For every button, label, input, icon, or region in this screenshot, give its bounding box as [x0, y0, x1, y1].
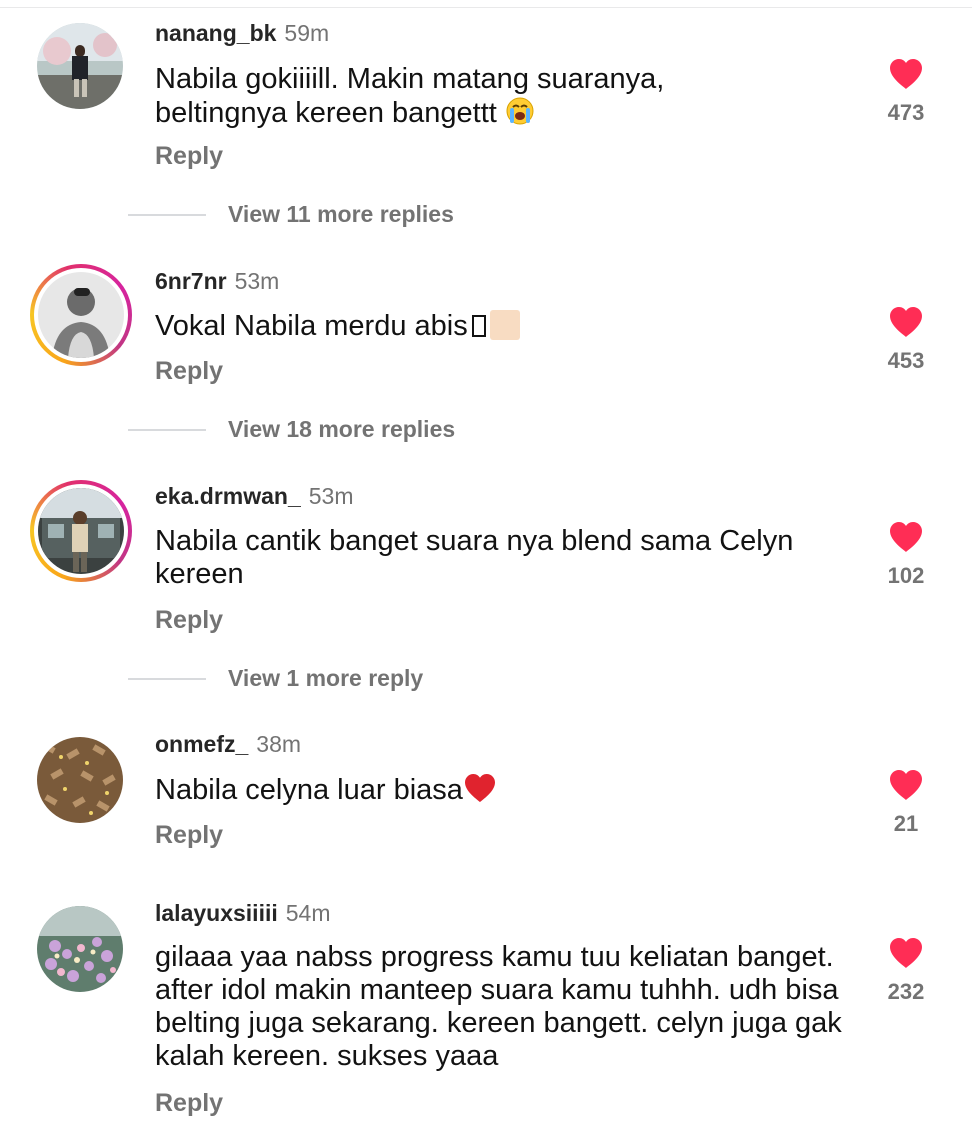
red-heart-icon	[464, 773, 495, 803]
like-count: 232	[887, 979, 925, 1004]
reply-button[interactable]: Reply	[155, 1089, 223, 1118]
loudly-crying-face-icon	[506, 97, 534, 125]
comment-text-content: Nabila celyna luar biasa	[155, 774, 463, 806]
reply-button[interactable]: Reply	[155, 142, 223, 171]
comment-username[interactable]: onmefz_	[155, 731, 248, 757]
heart-icon[interactable]	[888, 769, 924, 801]
avatar-inner	[34, 268, 128, 362]
avatar-image	[37, 737, 123, 823]
skin-tone-icon	[489, 310, 520, 340]
unsupported-glyph-icon	[471, 315, 486, 337]
reply-button[interactable]: Reply	[155, 606, 223, 635]
comment-time: 53m	[308, 483, 354, 509]
avatar-story-ring[interactable]	[30, 264, 132, 366]
like-button[interactable]: 473	[866, 58, 946, 126]
comment-meta: 6nr7nr 53m	[155, 267, 279, 295]
like-count: 21	[893, 811, 919, 836]
avatar[interactable]	[34, 20, 126, 112]
like-button[interactable]: 232	[866, 937, 946, 1005]
heart-icon[interactable]	[888, 306, 924, 338]
avatar[interactable]	[34, 734, 126, 826]
comment-text-content: gilaaa yaa nabss progress kamu tuu kelia…	[155, 941, 842, 1072]
avatar-story-ring[interactable]	[30, 480, 132, 582]
comment-time: 54m	[285, 900, 331, 926]
heart-icon[interactable]	[888, 937, 924, 969]
avatar-image	[37, 906, 123, 992]
comment-meta: onmefz_ 38m	[155, 730, 301, 758]
like-count: 473	[887, 100, 925, 125]
divider-line	[128, 428, 206, 431]
view-more-replies[interactable]: View 18 more replies	[128, 416, 455, 443]
comment-text: Vokal Nabila merdu abis	[155, 310, 855, 343]
like-button[interactable]: 453	[866, 306, 946, 374]
like-button[interactable]: 21	[866, 769, 946, 837]
comment-username[interactable]: nanang_bk	[155, 20, 276, 46]
heart-icon[interactable]	[888, 521, 924, 553]
reply-button[interactable]: Reply	[155, 821, 223, 850]
avatar[interactable]	[34, 903, 126, 995]
comment-text-content: Nabila gokiiiill. Makin matang suaranya,…	[155, 63, 665, 129]
comment-meta: lalayuxsiiiii 54m	[155, 899, 331, 927]
reply-button[interactable]: Reply	[155, 357, 223, 386]
divider-line	[128, 677, 206, 680]
like-count: 102	[887, 563, 925, 588]
comment-text: Nabila cantik banget suara nya blend sam…	[155, 525, 855, 591]
comment-text-content: Vokal Nabila merdu abis	[155, 310, 468, 342]
comment-username[interactable]: eka.drmwan_	[155, 483, 301, 509]
comment-time: 59m	[284, 20, 330, 46]
avatar-inner	[34, 484, 128, 578]
comment-username[interactable]: lalayuxsiiiii	[155, 900, 278, 926]
comment-time: 38m	[256, 731, 302, 757]
view-more-replies[interactable]: View 1 more reply	[128, 665, 423, 692]
comment-text-content: Nabila cantik banget suara nya blend sam…	[155, 525, 794, 590]
comment-text: Nabila celyna luar biasa	[155, 773, 855, 807]
comment-username[interactable]: 6nr7nr	[155, 268, 227, 294]
avatar-image	[38, 272, 124, 358]
view-more-replies-label[interactable]: View 18 more replies	[228, 416, 455, 443]
avatar-image	[38, 488, 124, 574]
divider-line	[128, 213, 206, 216]
comment-text: Nabila gokiiiill. Makin matang suaranya,…	[155, 63, 715, 130]
view-more-replies[interactable]: View 11 more replies	[128, 201, 454, 228]
like-count: 453	[887, 348, 925, 373]
comment-text: gilaaa yaa nabss progress kamu tuu kelia…	[155, 941, 855, 1073]
view-more-replies-label[interactable]: View 11 more replies	[228, 201, 454, 228]
comment-meta: eka.drmwan_ 53m	[155, 482, 354, 510]
top-divider	[0, 7, 972, 8]
like-button[interactable]: 102	[866, 521, 946, 589]
comment-meta: nanang_bk 59m	[155, 19, 329, 47]
view-more-replies-label[interactable]: View 1 more reply	[228, 665, 423, 692]
avatar-image	[37, 23, 123, 109]
comment-time: 53m	[234, 268, 280, 294]
heart-icon[interactable]	[888, 58, 924, 90]
